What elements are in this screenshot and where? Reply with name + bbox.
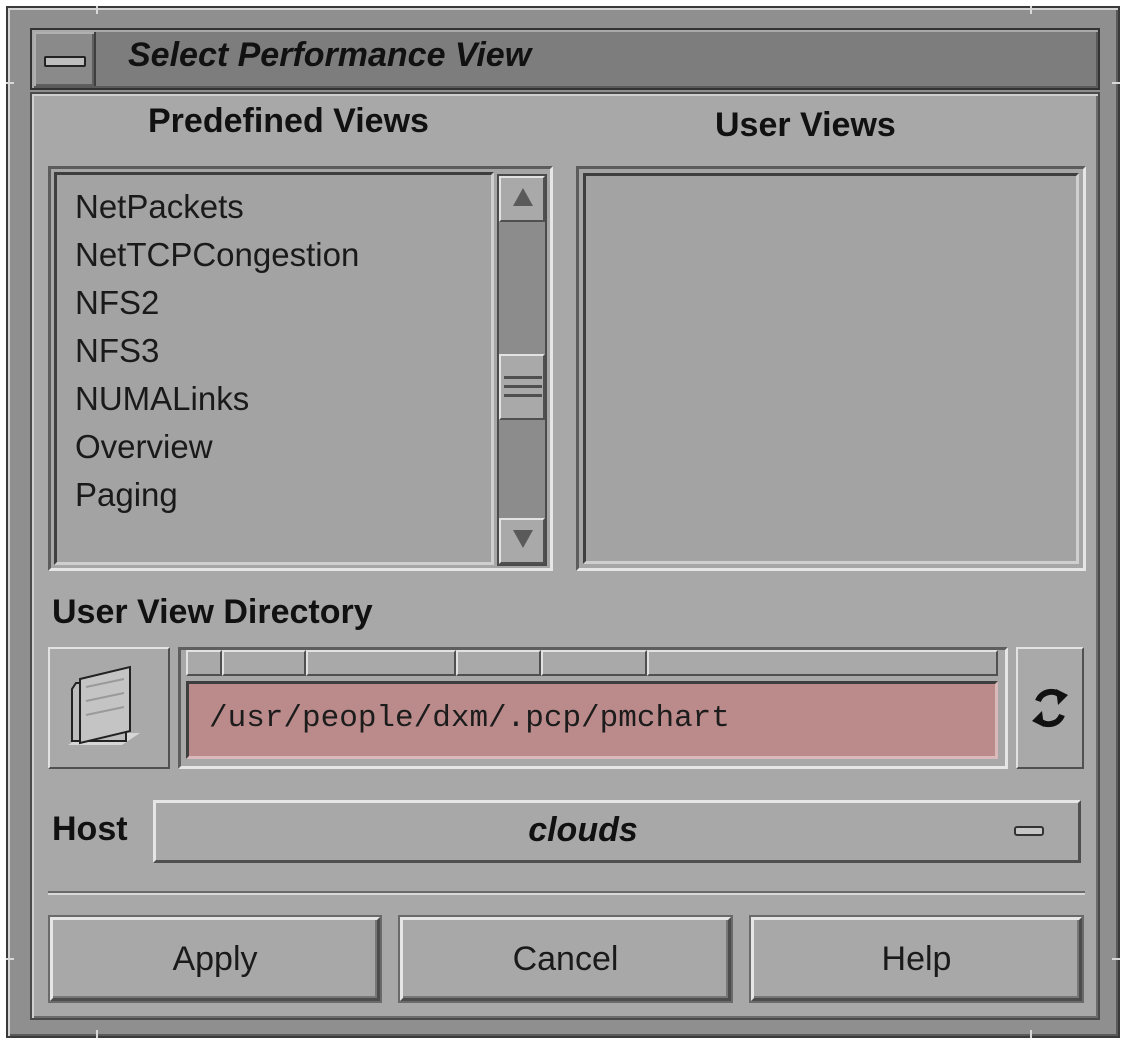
list-item[interactable]: NFS2: [75, 279, 359, 327]
scroll-down-button[interactable]: [499, 518, 545, 564]
refresh-button[interactable]: [1016, 647, 1084, 769]
list-item[interactable]: NUMALinks: [75, 375, 359, 423]
path-segment-button[interactable]: [541, 650, 647, 676]
list-item[interactable]: NetTCPCongestion: [75, 231, 359, 279]
option-menu-indicator-icon: [1014, 826, 1044, 836]
refresh-icon: [1032, 688, 1068, 728]
path-segment-button[interactable]: [456, 650, 541, 676]
resize-handle-top-left[interactable]: [96, 6, 98, 14]
window-menu-icon: [44, 56, 86, 67]
predefined-views-scrollbar[interactable]: [497, 174, 547, 566]
list-item[interactable]: Paging: [75, 471, 359, 519]
resize-handle-bottom-left[interactable]: [96, 1030, 98, 1038]
resize-handle-bottom-right[interactable]: [1030, 1030, 1032, 1038]
resize-handle-right-bottom[interactable]: [1112, 958, 1120, 960]
predefined-views-heading: Predefined Views: [148, 102, 429, 140]
arrow-up-icon: [513, 188, 533, 206]
list-item[interactable]: Overview: [75, 423, 359, 471]
folder-button[interactable]: [48, 647, 170, 769]
scroll-thumb[interactable]: [499, 354, 545, 420]
resize-handle-right-top[interactable]: [1112, 82, 1120, 84]
host-value: clouds: [528, 811, 638, 849]
user-views-list[interactable]: [583, 173, 1079, 564]
path-segment-button[interactable]: [186, 650, 222, 676]
resize-handle-left-bottom[interactable]: [6, 958, 14, 960]
folder-icon: [68, 665, 140, 745]
apply-button[interactable]: Apply: [50, 917, 380, 1001]
separator: [48, 891, 1085, 895]
resize-handle-left-top[interactable]: [6, 82, 14, 84]
host-label: Host: [52, 810, 128, 848]
list-item[interactable]: NFS3: [75, 327, 359, 375]
cancel-button[interactable]: Cancel: [400, 917, 731, 1001]
window-menu-button[interactable]: [34, 32, 96, 86]
predefined-views-list[interactable]: NetPackets NetTCPCongestion NFS2 NFS3 NU…: [54, 172, 494, 565]
resize-handle-top-right[interactable]: [1030, 6, 1032, 14]
user-view-directory-label: User View Directory: [52, 593, 373, 631]
window-title: Select Performance View: [128, 36, 532, 74]
user-view-directory-field[interactable]: /usr/people/dxm/.pcp/pmchart: [186, 681, 998, 759]
path-segment-button[interactable]: [306, 650, 456, 676]
path-segment-button[interactable]: [647, 650, 998, 676]
user-views-heading: User Views: [715, 106, 896, 144]
path-segment-button[interactable]: [222, 650, 306, 676]
scroll-up-button[interactable]: [499, 176, 545, 222]
help-button[interactable]: Help: [751, 917, 1082, 1001]
list-item[interactable]: NetPackets: [75, 183, 359, 231]
arrow-down-icon: [513, 530, 533, 548]
